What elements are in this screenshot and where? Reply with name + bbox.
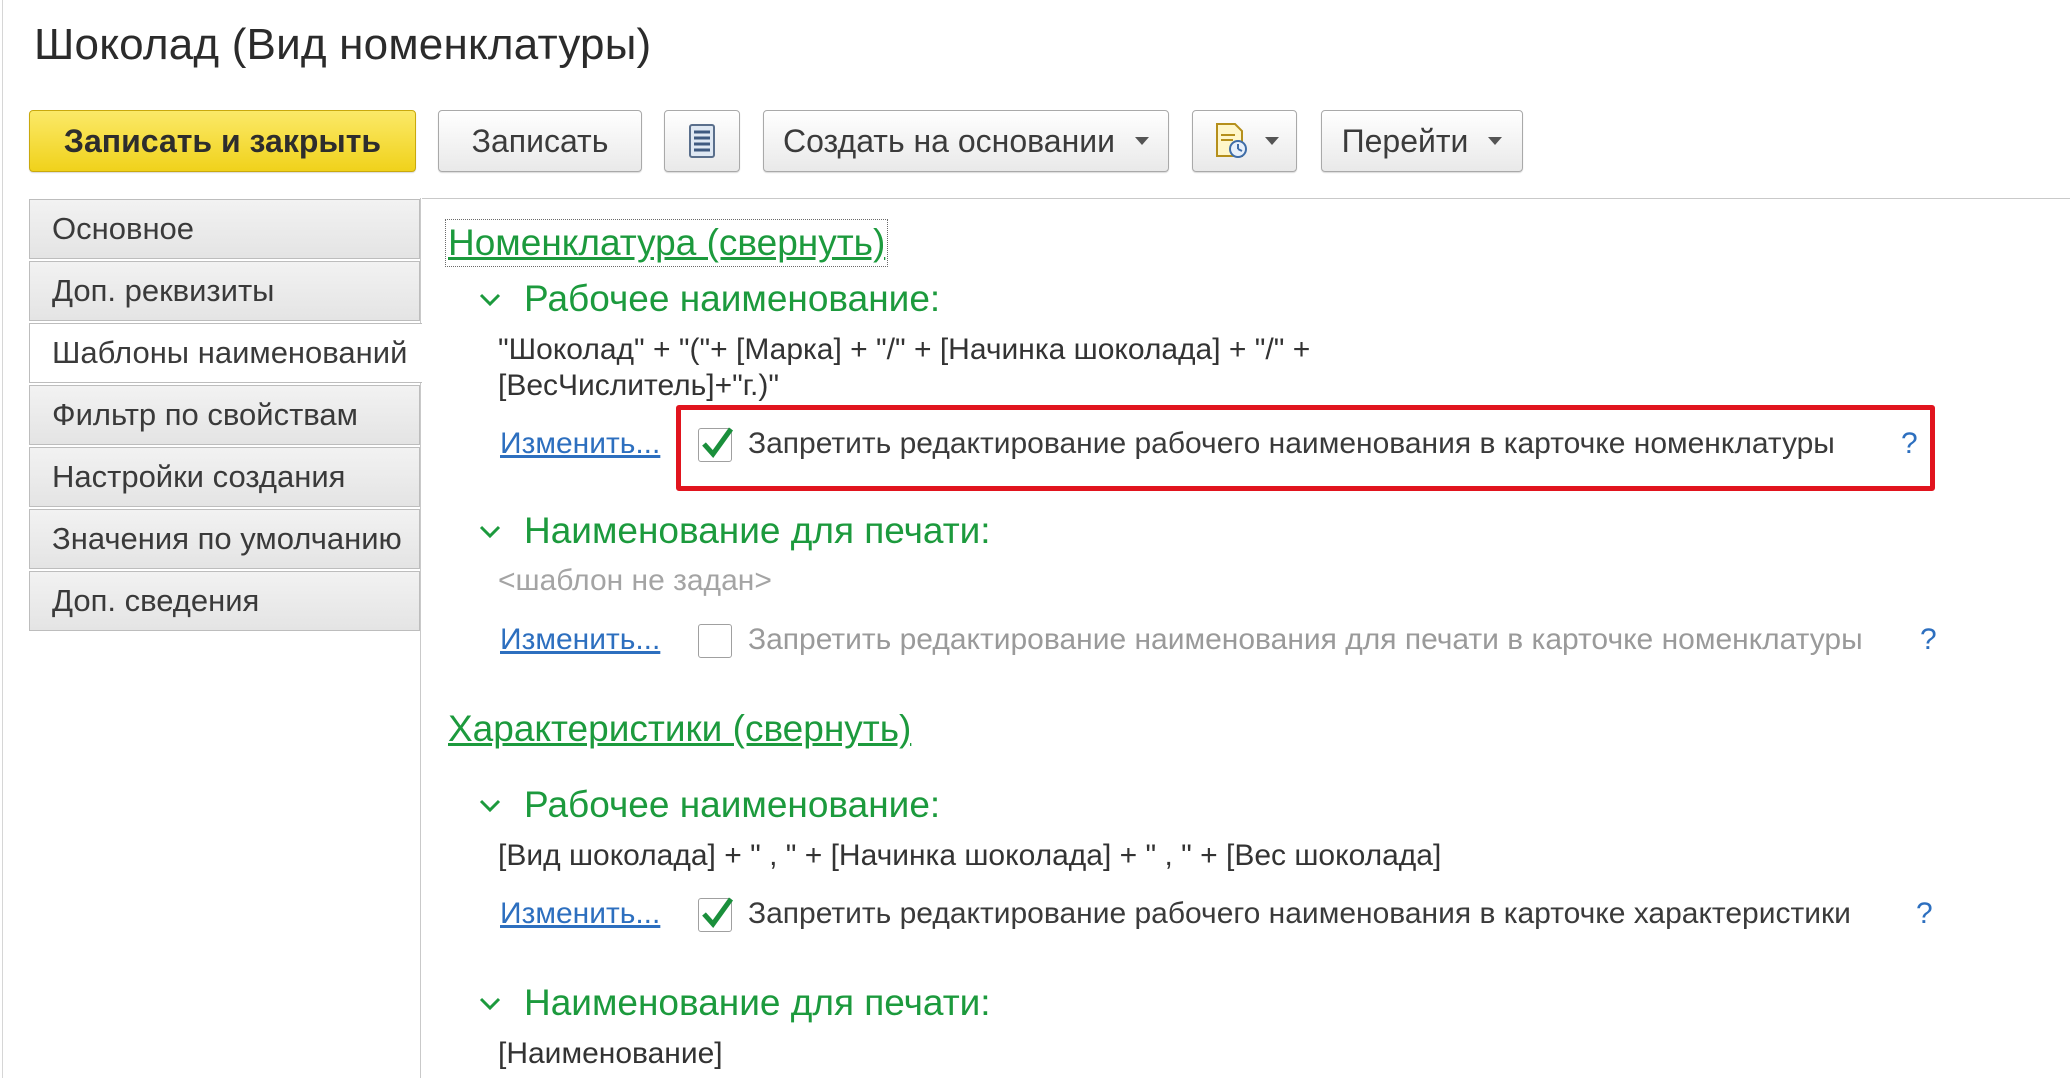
page-title: Шоколад (Вид номенклатуры) bbox=[34, 20, 652, 69]
save-label: Записать bbox=[471, 122, 609, 159]
characteristic-print-name-template: [Наименование] bbox=[498, 1037, 723, 1070]
tab-additional-info[interactable]: Доп. сведения bbox=[29, 571, 420, 631]
chevron-down-icon bbox=[1488, 137, 1503, 145]
nomenclature-collapse-link[interactable]: Номенклатура (свернуть) bbox=[444, 219, 889, 267]
create-based-on-button[interactable]: Создать на основании bbox=[763, 110, 1169, 172]
create-based-on-label: Создать на основании bbox=[783, 122, 1115, 159]
group-heading: Рабочее наименование: bbox=[524, 278, 941, 319]
report-menu-button[interactable] bbox=[1192, 110, 1297, 172]
working-name-template-line1: "Шоколад" + "("+ [Марка] + "/" + [Начинк… bbox=[498, 333, 1311, 366]
tab-label: Основное bbox=[52, 211, 195, 246]
tab-label: Фильтр по свойствам bbox=[52, 397, 358, 432]
forbid-edit-characteristic-name-label[interactable]: Запретить редактирование рабочего наимен… bbox=[748, 897, 1851, 931]
nomenclature-working-name-group[interactable]: Рабочее наименование: bbox=[478, 278, 940, 320]
working-name-template-line2: [ВесЧислитель]+"г.)" bbox=[498, 369, 780, 402]
help-icon[interactable]: ? bbox=[1916, 897, 1933, 931]
tab-name-templates[interactable]: Шаблоны наименований bbox=[29, 323, 422, 383]
group-heading: Наименование для печати: bbox=[524, 982, 991, 1023]
tab-creation-settings[interactable]: Настройки создания bbox=[29, 447, 420, 507]
tab-label: Доп. реквизиты bbox=[52, 273, 275, 308]
save-and-close-label: Записать и закрыть bbox=[63, 122, 382, 159]
characteristic-working-name-template: [Вид шоколада] + " , " + [Начинка шокола… bbox=[498, 839, 1442, 872]
goto-label: Перейти bbox=[1341, 122, 1469, 159]
change-print-name-link[interactable]: Изменить... bbox=[500, 623, 660, 657]
characteristics-print-name-group[interactable]: Наименование для печати: bbox=[478, 982, 991, 1024]
characteristics-working-name-group[interactable]: Рабочее наименование: bbox=[478, 784, 940, 826]
window-left-border bbox=[2, 0, 3, 1078]
change-working-name-link[interactable]: Изменить... bbox=[500, 427, 660, 461]
tab-label: Шаблоны наименований bbox=[52, 335, 408, 370]
chevron-down-icon bbox=[479, 799, 501, 813]
tab-additional-attributes[interactable]: Доп. реквизиты bbox=[29, 261, 420, 321]
checkmark-icon bbox=[702, 897, 734, 928]
highlight-frame bbox=[676, 405, 1935, 491]
save-button[interactable]: Записать bbox=[438, 110, 642, 172]
content-top-divider bbox=[422, 198, 2070, 199]
group-heading: Рабочее наименование: bbox=[524, 784, 941, 825]
chevron-down-icon bbox=[479, 997, 501, 1011]
chevron-down-icon bbox=[479, 293, 501, 307]
goto-button[interactable]: Перейти bbox=[1321, 110, 1523, 172]
tab-default-values[interactable]: Значения по умолчанию bbox=[29, 509, 420, 569]
tab-label: Значения по умолчанию bbox=[52, 521, 402, 556]
report-document-icon bbox=[1215, 123, 1247, 158]
chevron-down-icon bbox=[479, 525, 501, 539]
save-and-close-button[interactable]: Записать и закрыть bbox=[29, 110, 416, 172]
chevron-down-icon bbox=[1264, 137, 1279, 145]
tab-label: Настройки создания bbox=[52, 459, 346, 494]
help-icon[interactable]: ? bbox=[1920, 623, 1937, 657]
change-characteristic-working-name-link[interactable]: Изменить... bbox=[500, 897, 660, 931]
tab-main[interactable]: Основное bbox=[29, 199, 420, 259]
print-name-template: <шаблон не задан> bbox=[498, 564, 772, 597]
list-icon bbox=[689, 124, 715, 158]
forbid-edit-print-name-label[interactable]: Запретить редактирование наименования дл… bbox=[748, 623, 1863, 657]
tab-property-filter[interactable]: Фильтр по свойствам bbox=[29, 385, 420, 445]
list-button[interactable] bbox=[664, 110, 740, 172]
forbid-edit-print-name-checkbox[interactable] bbox=[698, 624, 732, 658]
nomenclature-print-name-group[interactable]: Наименование для печати: bbox=[478, 510, 991, 552]
forbid-edit-characteristic-name-checkbox[interactable] bbox=[698, 897, 734, 932]
group-heading: Наименование для печати: bbox=[524, 510, 991, 551]
characteristics-collapse-link[interactable]: Характеристики (свернуть) bbox=[448, 708, 911, 750]
chevron-down-icon bbox=[1134, 137, 1149, 145]
tab-label: Доп. сведения bbox=[52, 583, 260, 618]
